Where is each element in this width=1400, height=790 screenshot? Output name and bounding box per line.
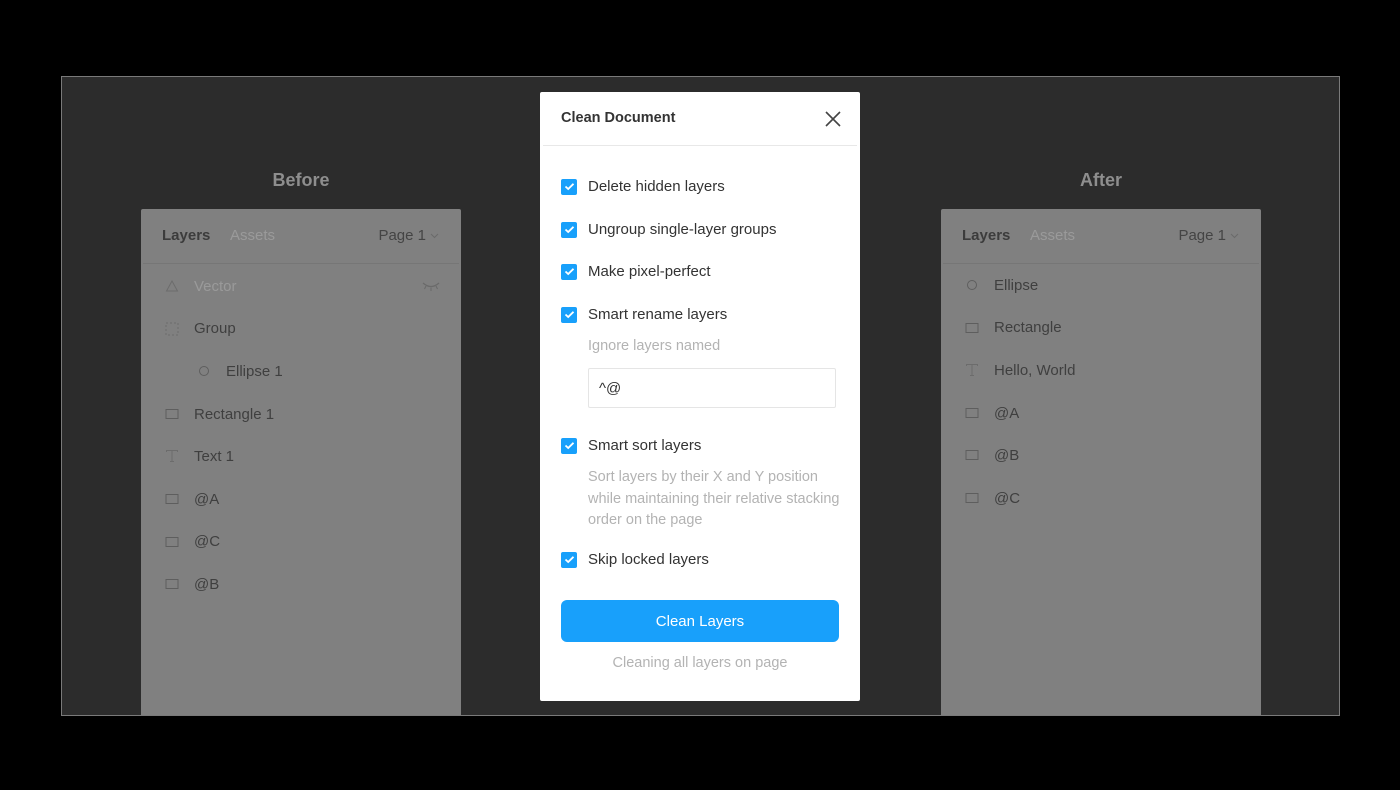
layer-row[interactable]: Rectangle xyxy=(941,307,1261,350)
layer-row[interactable]: Ellipse 1 xyxy=(141,350,461,393)
layer-row[interactable]: Ellipse xyxy=(941,264,1261,307)
ellipse-icon xyxy=(967,280,977,290)
text-icon xyxy=(166,450,178,463)
layer-row[interactable]: @B xyxy=(141,563,461,606)
checkmark-icon xyxy=(564,442,574,450)
after-title: After xyxy=(1079,170,1122,190)
chevron-down-icon xyxy=(430,233,439,238)
option-delete-hidden-layers[interactable]: Delete hidden layers xyxy=(561,178,725,195)
layer-name: Vector xyxy=(194,277,237,295)
checkbox[interactable] xyxy=(561,263,577,280)
option-label: Smart rename layers xyxy=(588,306,728,323)
clean-document-dialog: Clean Document Delete hidden layers Ungr… xyxy=(540,92,860,701)
checkmark-icon xyxy=(564,226,574,234)
option-smart-rename-layers[interactable]: Smart rename layers xyxy=(561,306,727,323)
group-frame-icon xyxy=(165,322,179,336)
tab-assets[interactable]: Assets xyxy=(1030,227,1075,244)
layer-name: @C xyxy=(194,533,221,551)
layer-row[interactable]: Group xyxy=(141,308,461,351)
ignore-layers-label: Ignore layers named xyxy=(588,338,721,354)
before-title: Before xyxy=(272,170,330,190)
option-smart-sort-layers[interactable]: Smart sort layers xyxy=(561,437,701,454)
layer-name: @B xyxy=(194,575,220,593)
page-select[interactable]: Page 1 xyxy=(1178,227,1239,244)
layer-name: Rectangle 1 xyxy=(194,405,275,423)
layer-name: Text 1 xyxy=(194,448,235,466)
option-label: Delete hidden layers xyxy=(588,178,725,195)
layer-name: @A xyxy=(994,404,1020,422)
layer-name: Hello, World xyxy=(994,361,1076,379)
dialog-title: Clean Document xyxy=(561,110,676,126)
option-label: Smart sort layers xyxy=(588,437,702,454)
layer-name: @A xyxy=(194,490,220,508)
layer-row[interactable]: Rectangle 1 xyxy=(141,393,461,436)
rectangle-icon xyxy=(165,493,179,504)
checkmark-icon xyxy=(564,268,574,276)
layer-row[interactable]: Text 1 xyxy=(141,435,461,478)
layer-row[interactable]: @A xyxy=(941,392,1261,435)
vector-icon xyxy=(165,279,179,292)
option-make-pixel-perfect[interactable]: Make pixel-perfect xyxy=(561,263,711,280)
before-layers-panel: Layers Assets Page 1 Vector Group Ellips… xyxy=(141,209,461,715)
sort-description: Sort layers by their X and Y position wh… xyxy=(588,469,840,528)
chevron-down-icon xyxy=(1230,233,1239,238)
panel-header: Layers Assets Page 1 xyxy=(143,209,459,264)
layer-name: Rectangle xyxy=(994,319,1062,337)
rectangle-icon xyxy=(965,322,979,333)
layer-name: Group xyxy=(194,320,236,338)
rectangle-icon xyxy=(965,407,979,418)
checkbox[interactable] xyxy=(561,551,577,568)
checkbox[interactable] xyxy=(561,178,577,195)
rectangle-icon xyxy=(165,579,179,590)
ignore-layers-input[interactable] xyxy=(588,368,836,408)
close-icon[interactable] xyxy=(823,109,843,129)
page-select[interactable]: Page 1 xyxy=(378,227,439,244)
text-icon xyxy=(966,364,978,377)
eye-closed-icon[interactable] xyxy=(421,280,441,292)
checkmark-icon xyxy=(564,311,574,319)
layer-row[interactable]: @C xyxy=(141,521,461,564)
layer-name: Ellipse xyxy=(994,276,1039,294)
option-skip-locked-layers[interactable]: Skip locked layers xyxy=(561,551,709,568)
page-select-label: Page 1 xyxy=(378,227,426,244)
status-note: Cleaning all layers on page xyxy=(612,655,788,671)
clean-layers-button[interactable]: Clean Layers xyxy=(561,600,839,642)
checkbox[interactable] xyxy=(561,221,577,238)
checkbox[interactable] xyxy=(561,437,577,454)
after-layers-panel: Layers Assets Page 1 Ellipse Rectangle H… xyxy=(941,209,1261,715)
checkmark-icon xyxy=(564,183,574,191)
checkmark-icon xyxy=(564,556,574,564)
layer-row[interactable]: @A xyxy=(141,478,461,521)
layer-name: @B xyxy=(994,447,1020,465)
rectangle-icon xyxy=(965,492,979,503)
dialog-header: Clean Document xyxy=(543,92,857,146)
layer-row[interactable]: @C xyxy=(941,477,1261,520)
option-ungroup-single-layer-groups[interactable]: Ungroup single-layer groups xyxy=(561,221,776,238)
rectangle-icon xyxy=(165,408,179,419)
option-label: Skip locked layers xyxy=(588,551,709,568)
rectangle-icon xyxy=(165,536,179,547)
checkbox[interactable] xyxy=(561,306,577,323)
layer-name: @C xyxy=(994,489,1021,507)
panel-header: Layers Assets Page 1 xyxy=(943,209,1259,264)
rectangle-icon xyxy=(965,450,979,461)
layer-row[interactable]: @B xyxy=(941,434,1261,477)
option-label: Ungroup single-layer groups xyxy=(588,221,777,238)
layer-row[interactable]: Vector xyxy=(141,265,461,308)
tab-assets[interactable]: Assets xyxy=(230,227,275,244)
tab-layers[interactable]: Layers xyxy=(962,227,1010,244)
ellipse-icon xyxy=(199,366,209,377)
option-label: Make pixel-perfect xyxy=(588,263,711,280)
tab-layers[interactable]: Layers xyxy=(162,227,210,244)
layer-row[interactable]: Hello, World xyxy=(941,349,1261,392)
layer-name: Ellipse 1 xyxy=(226,362,283,380)
page-select-label: Page 1 xyxy=(1178,227,1226,244)
